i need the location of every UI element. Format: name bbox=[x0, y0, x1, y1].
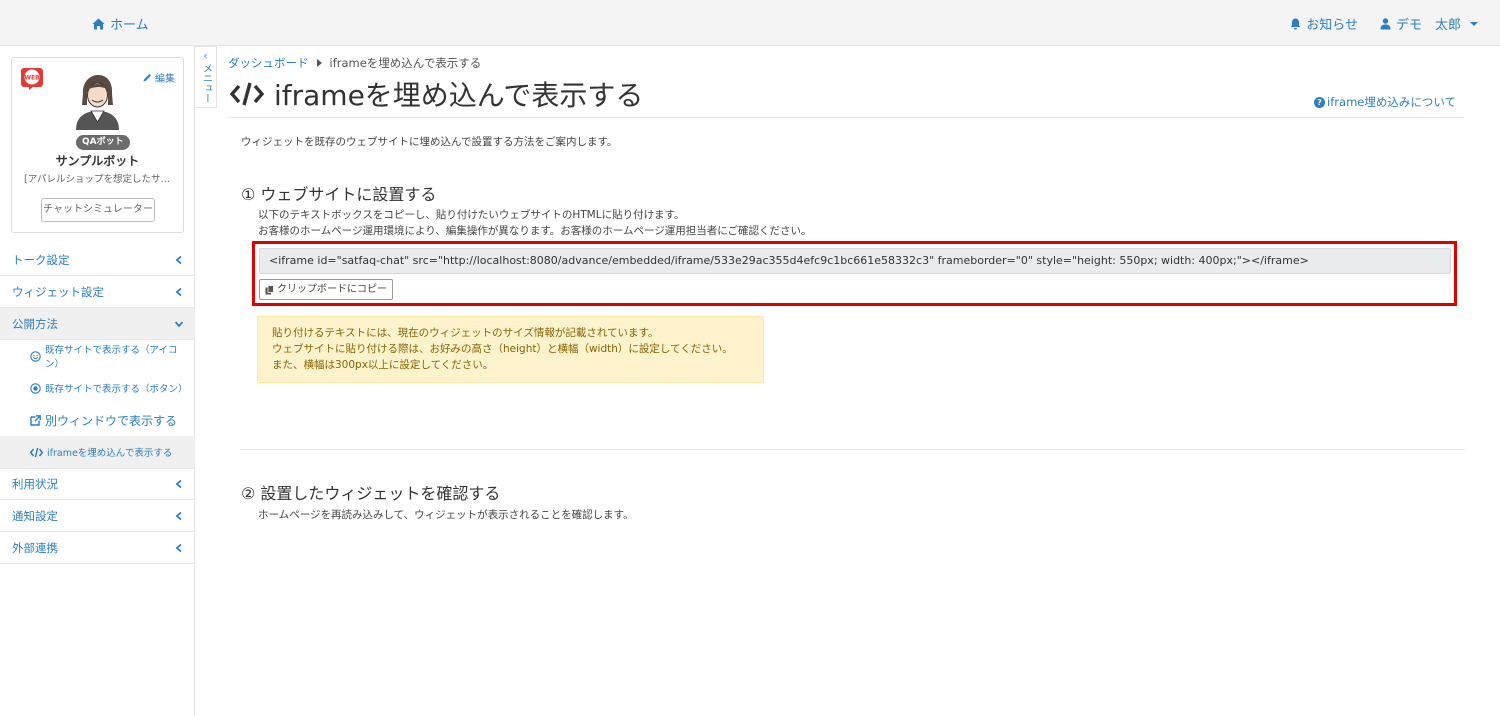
sidebar-item-external[interactable]: 外部連携 bbox=[0, 532, 195, 564]
alert-line: ウェブサイトに貼り付ける際は、お好みの高さ（height）と横幅（width）に… bbox=[272, 343, 733, 355]
alert-line: 貼り付けるテキストには、現在のウィジェットのサイズ情報が記載されています。 bbox=[272, 327, 659, 339]
sidebar-item-label: 公開方法 bbox=[12, 316, 58, 331]
sidebar-subitem-icon[interactable]: 既存サイトで表示する（アイコン） bbox=[0, 340, 195, 372]
menu-tab-label: メニュー bbox=[200, 63, 212, 103]
bot-name: サンプルボット bbox=[55, 154, 140, 168]
step2-desc: ホームページを再読み込みして、ウィジェットが表示されることを確認します。 bbox=[258, 509, 634, 521]
sidebar-subitem-iframe[interactable]: iframeを埋め込んで表示する bbox=[0, 436, 195, 468]
sidebar-item-notify[interactable]: 通知設定 bbox=[0, 500, 195, 532]
sidebar-subitem-window[interactable]: 別ウィンドウで表示する bbox=[0, 404, 195, 436]
home-link[interactable]: ホーム bbox=[92, 14, 149, 33]
sidebar-item-widget[interactable]: ウィジェット設定 bbox=[0, 276, 195, 308]
sidebar-subitem-label: 既存サイトで表示する（ボタン） bbox=[45, 384, 188, 395]
size-info-alert: 貼り付けるテキストには、現在のウィジェットのサイズ情報が記載されています。 ウェ… bbox=[257, 316, 764, 383]
sidebar-item-label: ウィジェット設定 bbox=[12, 284, 104, 299]
sidebar-subitem-button[interactable]: 既存サイトで表示する（ボタン） bbox=[0, 372, 195, 404]
notifications-label: お知らせ bbox=[1306, 18, 1358, 33]
chevron-left-icon bbox=[175, 287, 182, 296]
sidebar-item-publish[interactable]: 公開方法 bbox=[0, 308, 195, 340]
page-title: iframeを埋め込んで表示する bbox=[230, 74, 643, 114]
user-name: デモ 太郎 bbox=[1395, 18, 1461, 33]
alert-line: また、横幅は300px以上に設定してください。 bbox=[272, 359, 494, 371]
divider bbox=[228, 117, 1464, 118]
pencil-icon bbox=[143, 74, 151, 82]
question-circle-icon: ? bbox=[1314, 96, 1326, 108]
sidebar: WEB 編集 QAボット サンプルボット [アパレルショップを想定したサンプルボ… bbox=[0, 46, 195, 716]
sidebar-item-label: 利用状況 bbox=[12, 477, 58, 491]
bot-card: WEB 編集 QAボット サンプルボット [アパレルショップを想定したサンプルボ… bbox=[11, 57, 184, 233]
step1-desc-2: お客様のホームページ運用環境により、編集操作が異なります。お客様のホームページ運… bbox=[258, 225, 812, 237]
sidebar-subitem-label: 別ウィンドウで表示する bbox=[45, 413, 178, 428]
code-icon bbox=[230, 82, 264, 106]
smile-icon bbox=[30, 350, 41, 362]
sidebar-item-talk[interactable]: トーク設定 bbox=[0, 244, 195, 276]
bot-avatar bbox=[76, 75, 119, 130]
qa-bot-badge: QAボット bbox=[76, 135, 130, 150]
chevron-left-icon bbox=[175, 511, 182, 520]
page-title-text: iframeを埋め込んで表示する bbox=[274, 79, 644, 112]
sidebar-item-usage[interactable]: 利用状況 bbox=[0, 468, 195, 500]
breadcrumb-dashboard[interactable]: ダッシュボード bbox=[228, 55, 309, 71]
code-icon bbox=[30, 447, 43, 457]
embed-code-field[interactable]: <iframe id="satfaq-chat" src="http://loc… bbox=[259, 248, 1451, 274]
chevron-left-icon: ‹ bbox=[203, 51, 208, 62]
menu-collapse-tab[interactable]: ‹ メニュー bbox=[195, 46, 217, 108]
sidebar-item-label: トーク設定 bbox=[12, 252, 70, 267]
chevron-down-icon bbox=[1470, 21, 1478, 26]
sidebar-menu: トーク設定 ウィジェット設定 公開方法 既存サイトで表示する（アイコン） 既存サ… bbox=[0, 244, 195, 564]
intro-text: ウィジェットを既存のウェブサイトに埋め込んで設置する方法をご案内します。 bbox=[241, 136, 618, 148]
bot-description: [アパレルショップを想定したサンプルボット] bbox=[24, 174, 174, 185]
sidebar-item-label: 通知設定 bbox=[12, 508, 58, 523]
home-icon bbox=[92, 18, 105, 29]
chevron-down-icon bbox=[175, 320, 183, 327]
sidebar-item-label: 外部連携 bbox=[12, 540, 58, 555]
iframe-help-link[interactable]: ? iframe埋め込みについて bbox=[1314, 94, 1456, 110]
sidebar-subitem-label: 既存サイトで表示する（アイコン） bbox=[45, 345, 178, 370]
sidebar-subitem-label: iframeを埋め込んで表示する bbox=[47, 448, 173, 459]
embed-code-highlight: <iframe id="satfaq-chat" src="http://loc… bbox=[252, 241, 1457, 306]
help-link-label: iframe埋め込みについて bbox=[1327, 95, 1456, 109]
copy-icon bbox=[265, 284, 274, 294]
chevron-left-icon bbox=[175, 543, 182, 552]
bell-icon bbox=[1290, 18, 1301, 29]
home-link-label: ホーム bbox=[110, 18, 149, 33]
edit-label: 編集 bbox=[155, 74, 175, 85]
divider bbox=[241, 449, 1465, 450]
dot-circle-icon bbox=[30, 382, 41, 394]
top-navbar: ホーム お知らせ デモ 太郎 bbox=[0, 0, 1500, 46]
user-menu[interactable]: デモ 太郎 bbox=[1380, 14, 1478, 33]
step1-desc-1: 以下のテキストボックスをコピーし、貼り付けたいウェブサイトのHTMLに貼り付けま… bbox=[258, 209, 685, 221]
step1-title: ① ウェブサイトに設置する bbox=[241, 185, 437, 204]
chat-simulator-button[interactable]: チャットシミュレーター bbox=[41, 198, 155, 222]
notifications-link[interactable]: お知らせ bbox=[1290, 14, 1358, 33]
breadcrumb: ダッシュボード iframeを埋め込んで表示する bbox=[228, 55, 481, 71]
copy-to-clipboard-button[interactable]: クリップボードにコピー bbox=[259, 279, 393, 300]
copy-button-label: クリップボードにコピー bbox=[277, 284, 387, 295]
chevron-left-icon bbox=[175, 480, 182, 488]
caret-right-icon bbox=[316, 59, 322, 67]
chevron-left-icon bbox=[175, 255, 182, 264]
web-badge-icon: WEB bbox=[21, 68, 43, 90]
web-badge-label: WEB bbox=[24, 75, 40, 82]
user-icon bbox=[1380, 17, 1391, 29]
breadcrumb-current: iframeを埋め込んで表示する bbox=[329, 56, 482, 70]
step2-title: ② 設置したウィジェットを確認する bbox=[241, 484, 501, 503]
external-link-icon bbox=[30, 414, 41, 426]
edit-link[interactable]: 編集 bbox=[143, 70, 175, 85]
